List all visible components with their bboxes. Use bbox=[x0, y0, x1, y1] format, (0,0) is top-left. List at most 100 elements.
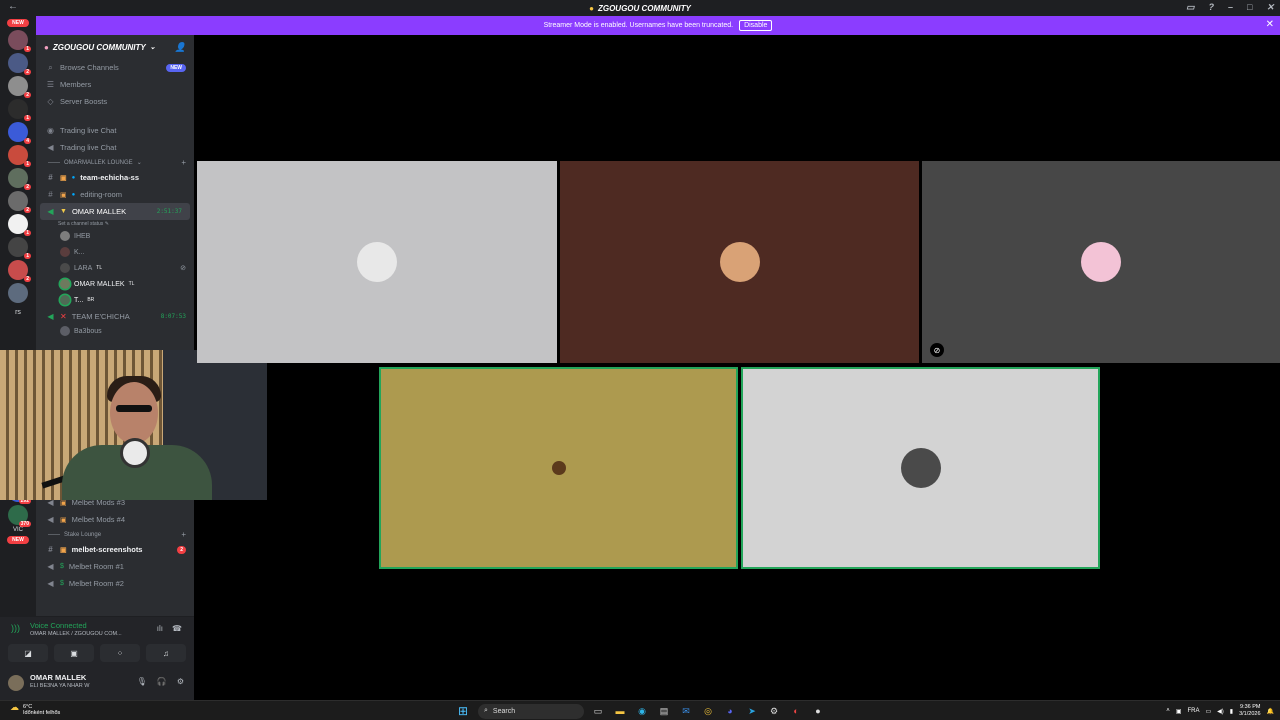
category-omarmallek-lounge[interactable]: —— OMARMALLEK LOUNGE ⌄ + bbox=[36, 156, 194, 169]
category-stake-lounge[interactable]: —— Stake Lounge + bbox=[36, 528, 194, 541]
voice-timer: 2:51:37 bbox=[156, 208, 182, 215]
settings-icon[interactable]: ⚙ bbox=[766, 703, 782, 719]
voice-user[interactable]: Ba3bous bbox=[36, 325, 194, 337]
voice-channel-melbet-room[interactable]: ◀ $ Melbet Room #2 bbox=[36, 575, 194, 592]
clock[interactable]: 9:36 PM 3/1/2026 bbox=[1239, 704, 1260, 718]
server-icon[interactable]: 2 bbox=[8, 76, 31, 98]
close-banner-icon[interactable]: ✕ bbox=[1266, 19, 1274, 30]
help-icon[interactable]: ? bbox=[1209, 2, 1215, 13]
voice-channel-omar-mallek[interactable]: ◀ ▼ OMAR MALLEK 2:51:37 bbox=[40, 203, 190, 220]
voice-channel-melbet-mods[interactable]: ◀ ▣ Melbet Mods #4 bbox=[36, 511, 194, 528]
server-icon[interactable]: 2 bbox=[8, 260, 31, 282]
telegram-icon[interactable]: ➤ bbox=[744, 703, 760, 719]
soundboard-button[interactable]: ♫ bbox=[146, 644, 186, 662]
inbox-icon[interactable]: ▭ bbox=[1186, 2, 1195, 13]
channel-label: Melbet Room #1 bbox=[68, 562, 124, 571]
back-arrow-icon[interactable]: ← bbox=[8, 1, 18, 12]
task-view-icon[interactable]: ▭ bbox=[590, 703, 606, 719]
volume-icon[interactable]: ◀) bbox=[1217, 708, 1224, 715]
store-icon[interactable]: ▤ bbox=[656, 703, 672, 719]
browse-icon: ⌕ bbox=[48, 62, 53, 72]
obs-icon[interactable]: ◐ bbox=[788, 703, 804, 719]
window-title-text: ZGOUGOU COMMUNITY bbox=[597, 3, 691, 13]
server-icon[interactable]: 2 bbox=[8, 53, 31, 75]
server-icon[interactable]: 2 bbox=[8, 191, 31, 213]
microphone-icon[interactable]: 🎙 bbox=[137, 677, 147, 686]
server-boosts[interactable]: ◇ Server Boosts bbox=[36, 93, 194, 110]
mention-badge: 1 bbox=[24, 115, 31, 121]
video-tile-4[interactable] bbox=[379, 367, 738, 569]
channel-status-text: Set a channel status bbox=[58, 221, 104, 227]
network-icon[interactable]: ▭ bbox=[1205, 708, 1211, 715]
disconnect-icon[interactable]: ☎ bbox=[172, 624, 182, 633]
server-icon[interactable]: 1 bbox=[8, 214, 31, 236]
disable-streamer-mode-button[interactable]: Disable bbox=[739, 20, 773, 31]
voice-connected-status[interactable]: Voice Connected bbox=[30, 621, 87, 630]
headphones-icon[interactable]: 🎧 bbox=[157, 677, 167, 686]
battery-icon[interactable]: ▮ bbox=[1230, 708, 1233, 715]
notifications-icon[interactable]: 🔔 bbox=[1267, 708, 1274, 715]
server-letters[interactable]: rs bbox=[0, 309, 36, 316]
voice-location[interactable]: OMAR MALLEK / ZGOUGOU COM... bbox=[30, 631, 122, 637]
channel-label: Melbet Mods #4 bbox=[71, 515, 125, 524]
channel-editing-room[interactable]: # ▣ ● editing-room bbox=[36, 186, 194, 203]
invite-people-icon[interactable]: 👤 bbox=[175, 42, 186, 53]
browse-channels[interactable]: ⌕ Browse Channels NEW bbox=[36, 59, 194, 76]
create-channel-icon[interactable]: + bbox=[181, 158, 186, 167]
input-language[interactable]: FRA bbox=[1187, 708, 1199, 714]
voice-channel-team-echicha[interactable]: ◀ ✕ TEAM E'CHICHA 8:07:53 bbox=[36, 308, 194, 325]
voice-action-buttons: ◪ ▣ ⁘ ♫ bbox=[8, 644, 186, 662]
channel-melbet-screenshots[interactable]: # ▣ melbet-screenshots 2 bbox=[36, 541, 194, 558]
chrome-icon[interactable]: ◎ bbox=[700, 703, 716, 719]
mail-icon[interactable]: ✉ bbox=[678, 703, 694, 719]
taskbar-search[interactable]: ⌕ Search bbox=[478, 703, 584, 719]
app-tray-icon[interactable]: ▣ bbox=[1176, 708, 1182, 715]
channel-trading-live-chat-2[interactable]: ◀ Trading live Chat bbox=[36, 139, 194, 156]
server-icon[interactable]: 4 bbox=[8, 122, 31, 144]
server-icon[interactable]: 1 bbox=[8, 99, 31, 121]
close-window-icon[interactable]: ✕ bbox=[1266, 2, 1274, 13]
noise-suppression-icon[interactable]: ılı bbox=[157, 624, 163, 633]
gear-icon[interactable]: ⚙ bbox=[177, 677, 184, 686]
minimize-icon[interactable]: – bbox=[1228, 2, 1233, 13]
channel-trading-live-chat-1[interactable]: ◉ Trading live Chat bbox=[36, 122, 194, 139]
user-name[interactable]: OMAR MALLEK bbox=[30, 673, 86, 682]
video-tile-3[interactable]: ⊘ bbox=[922, 161, 1280, 363]
tray-chevron-icon[interactable]: ˄ bbox=[1166, 708, 1170, 714]
weather-widget[interactable]: ☁ 6°C Időnként felhős bbox=[10, 703, 60, 717]
voice-channel-label: OMAR MALLEK bbox=[71, 207, 127, 216]
video-tile-5[interactable] bbox=[741, 367, 1100, 569]
file-explorer-icon[interactable]: ▬ bbox=[612, 703, 628, 719]
server-icon[interactable]: 2 bbox=[8, 168, 31, 190]
voice-user[interactable]: T... BR bbox=[36, 292, 194, 308]
activities-button[interactable]: ⁘ bbox=[100, 644, 140, 662]
server-icon[interactable]: 370 bbox=[8, 505, 31, 527]
signal-icon: ))) bbox=[11, 623, 20, 633]
screen-share-button[interactable]: ▣ bbox=[54, 644, 94, 662]
server-icon[interactable]: 1 bbox=[8, 30, 31, 52]
server-icon[interactable] bbox=[8, 283, 28, 303]
server-icon[interactable]: 1 bbox=[8, 237, 31, 259]
edge-icon[interactable]: ◉ bbox=[634, 703, 650, 719]
members[interactable]: ☰ Members bbox=[36, 76, 194, 93]
server-icon[interactable]: 1 bbox=[8, 145, 31, 167]
server-header[interactable]: ● ZGOUGOU COMMUNITY ⌄ 👤 bbox=[36, 35, 194, 59]
app-icon[interactable]: ● bbox=[810, 703, 826, 719]
voice-user[interactable]: LARA TL ⊘ bbox=[36, 260, 194, 276]
channel-team-echicha-ss[interactable]: # ▣ ● team-echicha-ss bbox=[36, 169, 194, 186]
voice-user[interactable]: IHEB bbox=[36, 228, 194, 244]
voice-channel-melbet-room[interactable]: ◀ $ Melbet Room #1 bbox=[36, 558, 194, 575]
hashtag-icon: # bbox=[48, 190, 53, 199]
voice-user[interactable]: OMAR MALLEK TL bbox=[36, 276, 194, 292]
voice-user[interactable]: K... bbox=[36, 244, 194, 260]
maximize-icon[interactable]: □ bbox=[1247, 2, 1252, 13]
windows-start-icon[interactable]: ⊞ bbox=[458, 704, 472, 718]
avatar[interactable] bbox=[8, 675, 24, 691]
camera-button[interactable]: ◪ bbox=[8, 644, 48, 662]
video-tile-1[interactable] bbox=[197, 161, 557, 363]
channel-status-hint[interactable]: Set a channel status ✎ bbox=[36, 220, 194, 228]
speaker-icon: ◀ bbox=[47, 579, 54, 588]
create-channel-icon[interactable]: + bbox=[181, 530, 186, 539]
discord-icon[interactable]: ◕ bbox=[722, 703, 738, 719]
video-tile-2[interactable] bbox=[560, 161, 919, 363]
